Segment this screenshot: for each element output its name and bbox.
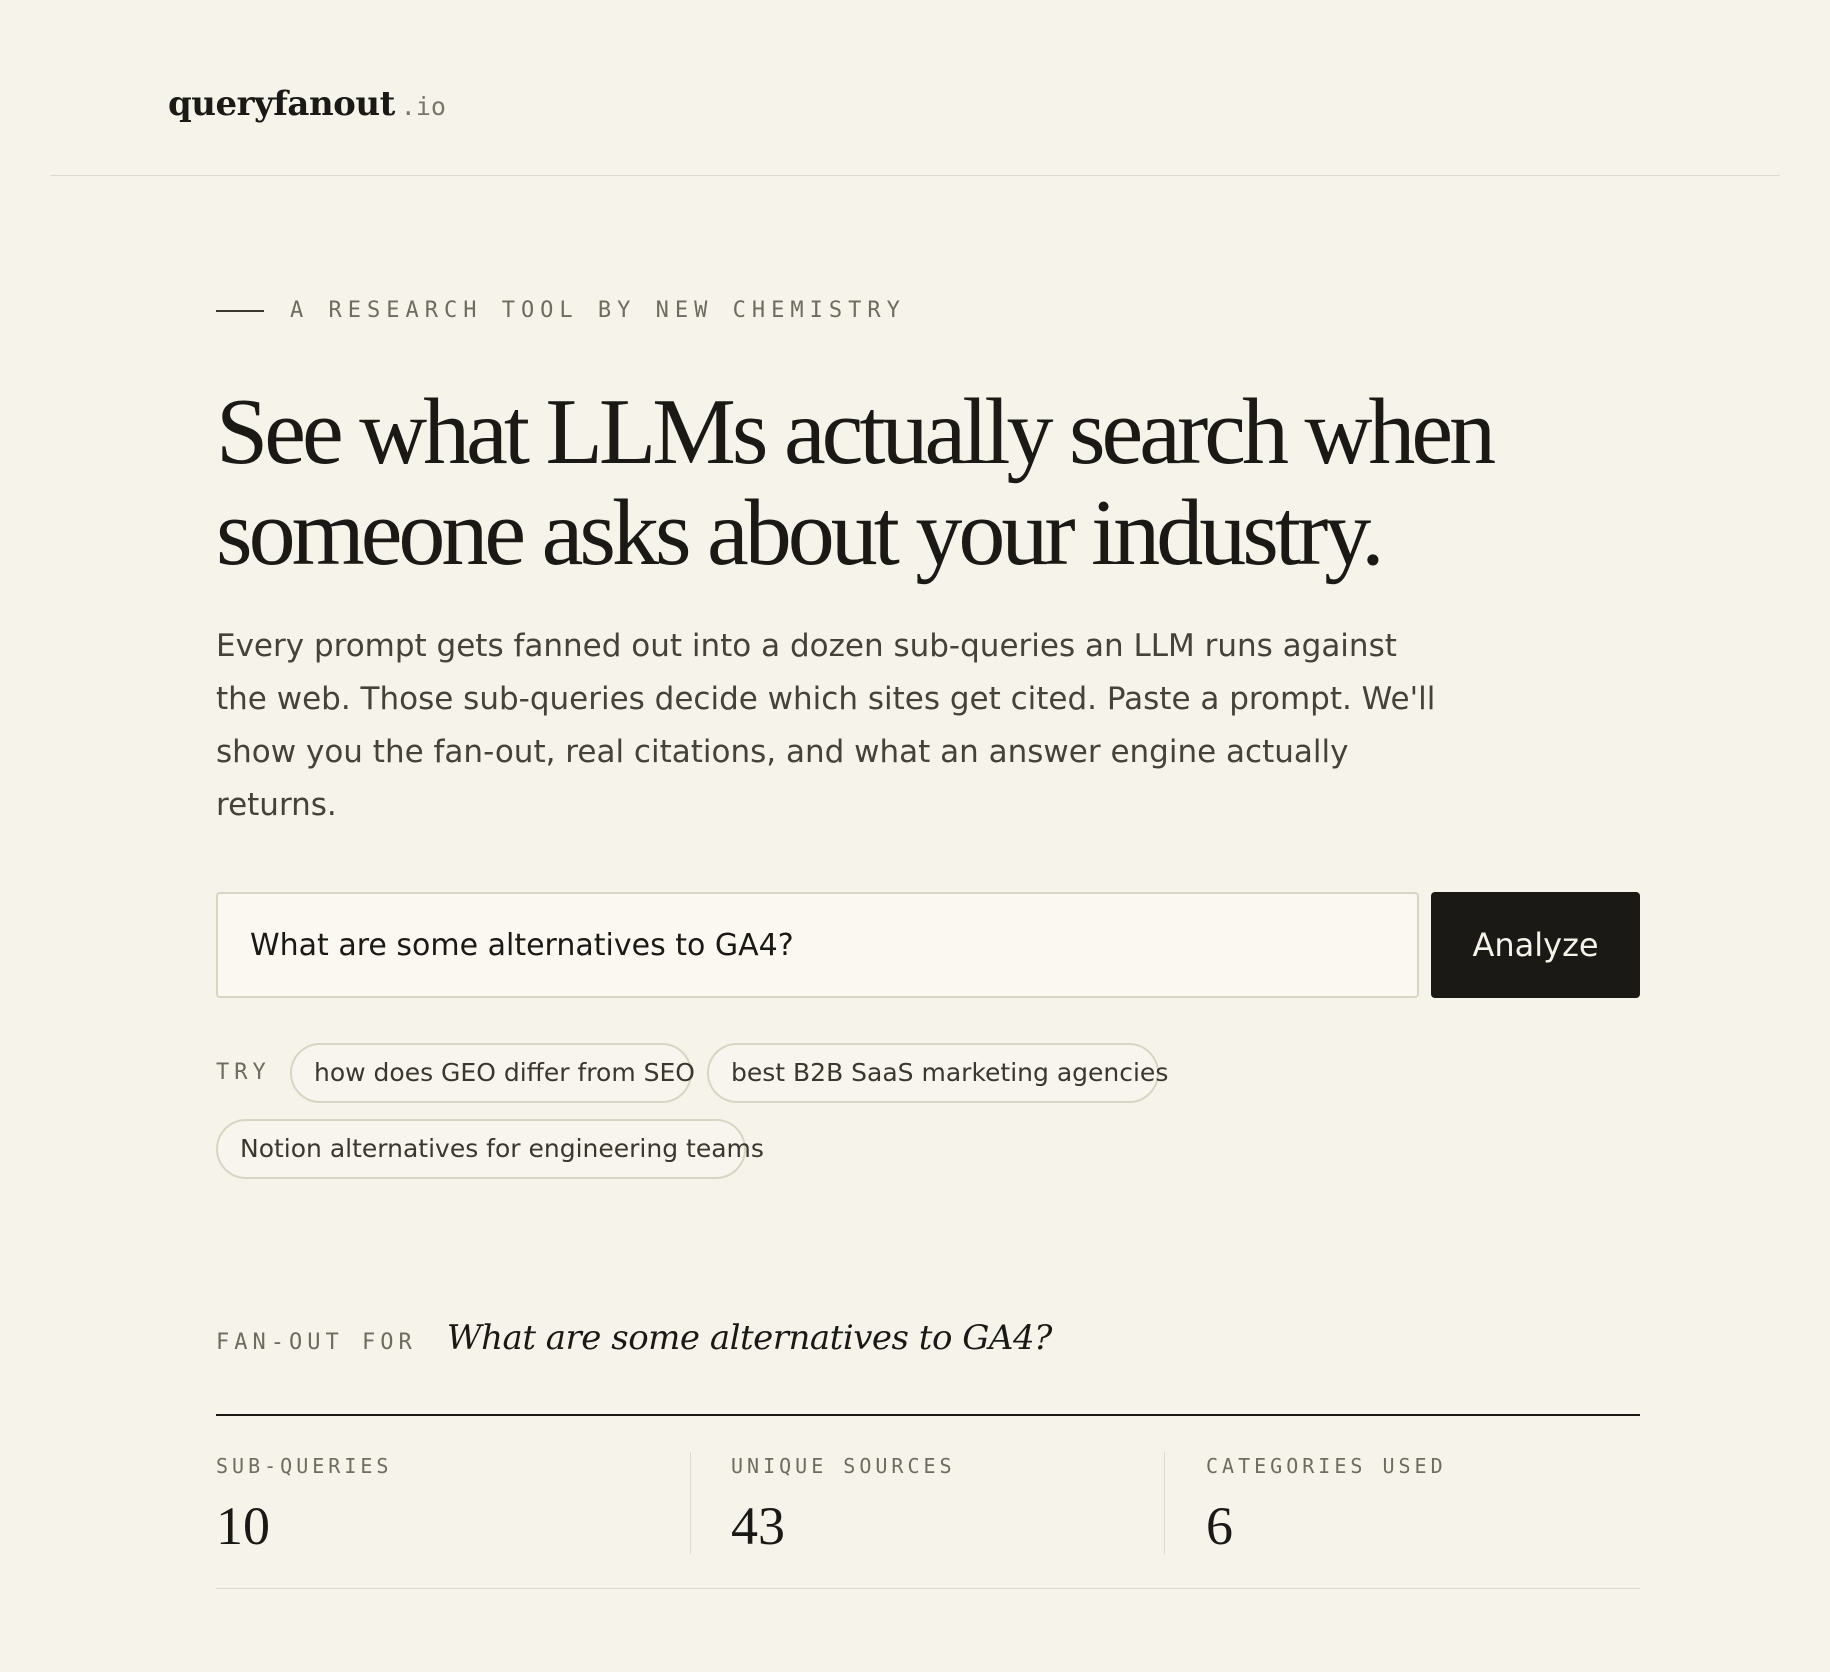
- analyze-button[interactable]: Analyze: [1431, 892, 1640, 998]
- stat-value: 6: [1206, 1496, 1233, 1556]
- prompt-input[interactable]: [216, 892, 1419, 998]
- stat-unique-sources: UNIQUE SOURCES 43: [690, 1452, 1164, 1556]
- suggestion-chip[interactable]: how does GEO differ from SEO: [290, 1043, 695, 1103]
- fanout-label: FAN-OUT FOR: [216, 1330, 417, 1355]
- eyebrow: A RESEARCH TOOL BY NEW CHEMISTRY: [216, 298, 906, 323]
- search-form: Analyze: [216, 892, 1640, 998]
- site-logo[interactable]: queryfanout .io: [168, 84, 446, 124]
- logo-tld: .io: [400, 92, 446, 121]
- suggestion-chip[interactable]: Notion alternatives for engineering team…: [216, 1119, 764, 1179]
- eyebrow-rule: [216, 309, 264, 312]
- suggestion-chip[interactable]: best B2B SaaS marketing agencies: [707, 1043, 1168, 1103]
- stat-categories-used: CATEGORIES USED 6: [1164, 1452, 1640, 1556]
- stat-value: 10: [216, 1496, 270, 1556]
- stat-label: SUB-QUERIES: [216, 1454, 393, 1478]
- stats-row: SUB-QUERIES 10 UNIQUE SOURCES 43 CATEGOR…: [216, 1452, 1640, 1556]
- stat-value: 43: [731, 1496, 785, 1556]
- fanout-heading: FAN-OUT FOR What are some alternatives t…: [216, 1318, 1052, 1358]
- logo-name: queryfanout: [168, 84, 395, 124]
- try-label: TRY: [216, 1060, 271, 1085]
- page-lede: Every prompt gets fanned out into a doze…: [216, 628, 1436, 823]
- section-divider: [216, 1414, 1640, 1416]
- stats-bottom-divider: [216, 1588, 1640, 1589]
- stat-sub-queries: SUB-QUERIES 10: [216, 1452, 690, 1556]
- stat-label: CATEGORIES USED: [1206, 1454, 1447, 1478]
- eyebrow-text: A RESEARCH TOOL BY NEW CHEMISTRY: [290, 298, 906, 323]
- stat-label: UNIQUE SOURCES: [731, 1454, 956, 1478]
- fanout-prompt: What are some alternatives to GA4?: [446, 1318, 1053, 1358]
- page-headline: See what LLMs actually search when someo…: [216, 380, 1496, 585]
- site-header: queryfanout .io: [50, 0, 1780, 176]
